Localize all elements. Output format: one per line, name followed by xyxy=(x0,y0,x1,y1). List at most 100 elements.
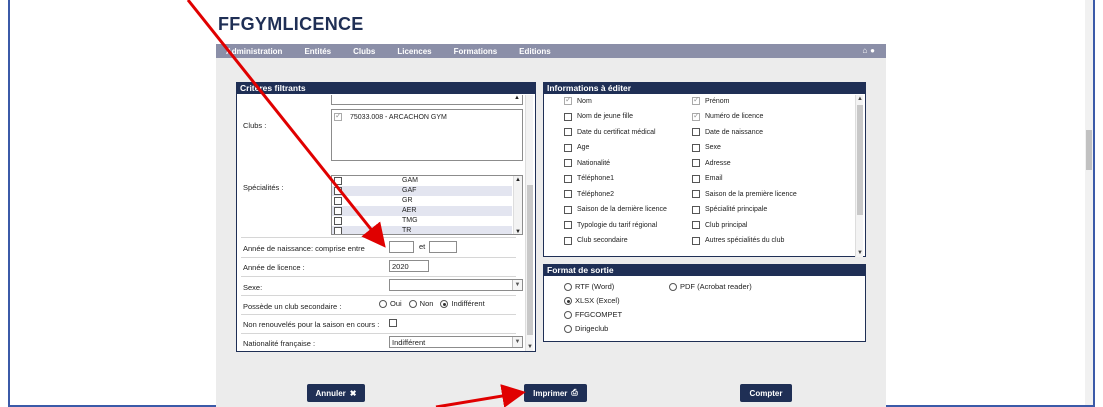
secondary-club-option-indifferent[interactable]: Indifférent xyxy=(440,299,485,308)
format-option-pdf[interactable]: PDF (Acrobat reader) xyxy=(669,282,752,291)
field-option[interactable]: Sexe xyxy=(692,143,721,152)
field-option[interactable]: Téléphone2 xyxy=(564,190,614,198)
nav-clubs[interactable]: Clubs xyxy=(353,47,375,56)
radio-button[interactable] xyxy=(564,310,572,319)
field-checkbox[interactable] xyxy=(564,236,572,245)
secondary-club-option-oui[interactable]: Oui xyxy=(379,299,402,308)
licence-year-input[interactable]: 2020 xyxy=(389,260,429,272)
page-scrollbar-thumb[interactable] xyxy=(1086,130,1092,170)
radio-button[interactable] xyxy=(564,282,572,291)
specialty-row[interactable]: GR xyxy=(332,196,512,206)
specialty-row[interactable]: TR xyxy=(332,226,512,234)
chevron-up-icon[interactable]: ▲ xyxy=(515,177,521,183)
radio-button[interactable] xyxy=(440,299,449,308)
field-option[interactable]: Age xyxy=(564,143,589,152)
chevron-down-icon[interactable]: ▼ xyxy=(515,229,521,234)
field-checkbox[interactable] xyxy=(564,128,572,136)
radio-button[interactable] xyxy=(564,296,572,305)
field-checkbox[interactable] xyxy=(564,95,572,105)
print-button[interactable]: Imprimer ⎙ xyxy=(524,384,587,402)
field-option[interactable]: Téléphone1 xyxy=(564,174,614,183)
field-option[interactable]: Date de naissance xyxy=(692,128,763,136)
field-checkbox[interactable] xyxy=(564,143,572,152)
criteria-scrollbar[interactable]: ▼ xyxy=(525,95,533,351)
format-option-ffgcompet[interactable]: FFGCOMPET xyxy=(564,310,622,319)
field-checkbox[interactable] xyxy=(564,174,572,183)
field-option[interactable]: Typologie du tarif régional xyxy=(564,221,657,229)
field-option[interactable]: Club secondaire xyxy=(564,236,628,245)
nav-formations[interactable]: Formations xyxy=(454,47,498,56)
format-option-dirigeclub[interactable]: Dirigeclub xyxy=(564,324,608,333)
user-icon[interactable]: ● xyxy=(870,46,878,55)
field-checkbox[interactable] xyxy=(692,174,700,183)
specialty-row[interactable]: AER xyxy=(332,206,512,216)
field-option[interactable]: Date du certificat médical xyxy=(564,128,656,136)
field-option[interactable]: Adresse xyxy=(692,159,731,167)
criteria-scroll-thumb[interactable] xyxy=(527,185,533,335)
field-checkbox[interactable] xyxy=(692,111,700,121)
page-scrollbar[interactable] xyxy=(1085,0,1093,405)
radio-button[interactable] xyxy=(408,299,417,308)
field-option[interactable]: Saison de la dernière licence xyxy=(564,205,667,214)
nationality-select[interactable]: Indifférent ▼ xyxy=(389,336,523,348)
chevron-down-icon[interactable]: ▼ xyxy=(512,280,522,290)
scroll-down-icon[interactable]: ▼ xyxy=(526,344,534,350)
field-option[interactable]: Saison de la première licence xyxy=(692,190,797,198)
field-option[interactable]: Prénom xyxy=(692,95,730,105)
specialty-row[interactable]: GAM xyxy=(332,176,512,186)
radio-button[interactable] xyxy=(564,324,572,333)
radio-button[interactable] xyxy=(669,282,677,291)
chevron-down-icon[interactable]: ▼ xyxy=(856,250,864,256)
fields-scroll-thumb[interactable] xyxy=(857,105,863,215)
field-option[interactable]: Email xyxy=(692,174,723,183)
specialty-checkbox[interactable] xyxy=(334,187,342,195)
field-checkbox[interactable] xyxy=(692,95,700,105)
specialty-checkbox[interactable] xyxy=(334,197,342,205)
specialties-scrollbar[interactable]: ▲ ▼ xyxy=(513,176,522,234)
club-item[interactable]: 75033.008 - ARCACHON GYM xyxy=(334,111,447,121)
field-option[interactable]: Numéro de licence xyxy=(692,111,763,121)
birth-year-to-input[interactable] xyxy=(429,241,457,253)
field-checkbox[interactable] xyxy=(564,205,572,214)
cancel-button[interactable]: Annuler ✖ xyxy=(307,384,365,402)
field-option[interactable]: Nationalité xyxy=(564,159,610,167)
birth-year-from-input[interactable] xyxy=(389,241,414,253)
field-checkbox[interactable] xyxy=(692,128,700,136)
not-renewed-checkbox[interactable] xyxy=(389,319,397,327)
specialty-checkbox[interactable] xyxy=(334,227,342,234)
field-checkbox[interactable] xyxy=(692,236,700,245)
field-checkbox[interactable] xyxy=(564,112,572,121)
field-option[interactable]: Club principal xyxy=(692,221,747,229)
nav-editions[interactable]: Editions xyxy=(519,47,551,56)
specialties-list[interactable]: GAM GAF GR AER TMG TR ▲ ▼ xyxy=(331,175,523,235)
field-option[interactable]: Nom xyxy=(564,95,592,105)
field-checkbox[interactable] xyxy=(692,205,700,214)
field-option[interactable]: Spécialité principale xyxy=(692,205,767,214)
field-checkbox[interactable] xyxy=(692,190,700,198)
field-checkbox[interactable] xyxy=(564,190,572,198)
nav-administration[interactable]: Administration xyxy=(226,47,282,56)
field-checkbox[interactable] xyxy=(692,159,700,167)
field-checkbox[interactable] xyxy=(692,221,700,229)
club-checkbox[interactable] xyxy=(334,111,342,121)
count-button[interactable]: Compter xyxy=(740,384,792,402)
chevron-up-icon[interactable]: ▲ xyxy=(514,95,520,101)
field-checkbox[interactable] xyxy=(564,221,572,229)
home-icon[interactable]: ⌂ xyxy=(862,46,870,55)
specialty-checkbox[interactable] xyxy=(334,177,342,185)
field-option[interactable]: Nom de jeune fille xyxy=(564,112,633,121)
field-option[interactable]: Autres spécialités du club xyxy=(692,236,784,245)
field-checkbox[interactable] xyxy=(692,143,700,152)
nav-entites[interactable]: Entités xyxy=(304,47,331,56)
chevron-down-icon[interactable]: ▼ xyxy=(512,337,522,347)
specialty-checkbox[interactable] xyxy=(334,207,342,215)
field-checkbox[interactable] xyxy=(564,159,572,167)
format-option-rtf[interactable]: RTF (Word) xyxy=(564,282,614,291)
specialty-checkbox[interactable] xyxy=(334,217,342,225)
specialty-row[interactable]: GAF xyxy=(332,186,512,196)
nav-licences[interactable]: Licences xyxy=(397,47,431,56)
format-option-xlsx[interactable]: XLSX (Excel) xyxy=(564,296,620,305)
chevron-up-icon[interactable]: ▲ xyxy=(856,96,864,102)
specialty-row[interactable]: TMG xyxy=(332,216,512,226)
fields-scrollbar[interactable]: ▲ ▼ xyxy=(855,95,863,257)
